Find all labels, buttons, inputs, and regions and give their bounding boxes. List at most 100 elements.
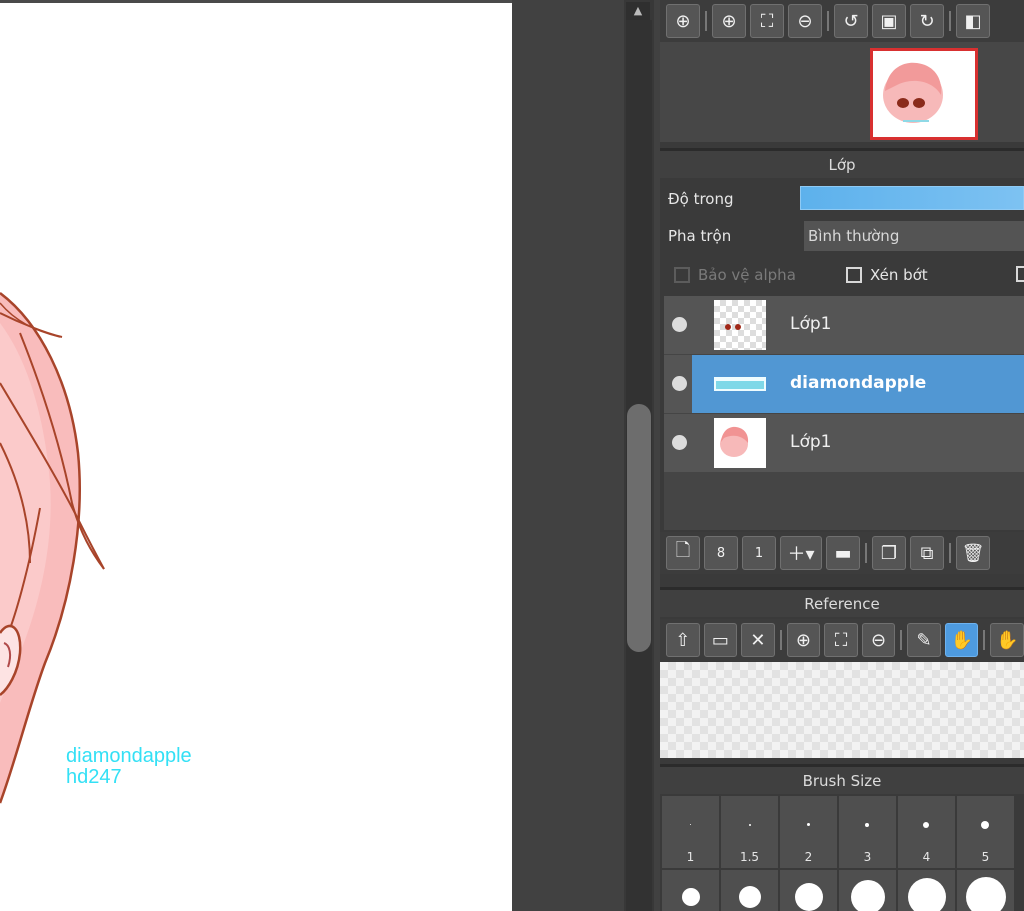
visibility-icon[interactable] (672, 376, 687, 391)
clipping-label: Xén bớt (870, 266, 928, 284)
brush-size-label: 1 (686, 850, 695, 864)
merge-layer-icon[interactable]: ⧉ (910, 536, 944, 570)
layer-name: Lớp1 (790, 314, 832, 334)
toolbar-divider (779, 630, 782, 650)
brush-size-panel-title: Brush Size (660, 764, 1024, 794)
brush-dot (739, 886, 761, 908)
toolbar-divider (865, 543, 867, 563)
brush-size-cell[interactable] (957, 870, 1014, 911)
flip-icon[interactable]: ◧ (956, 4, 990, 38)
zoom-actual-icon[interactable]: ⊕ (666, 4, 700, 38)
blend-mode-select[interactable]: Bình thường (804, 221, 1024, 251)
add-layer-dropdown-icon[interactable]: ＋▾ (780, 536, 822, 570)
brush-size-label: 5 (981, 850, 990, 864)
new-layer-icon[interactable]: 🗋 (666, 536, 700, 570)
new-8bit-layer-icon[interactable]: 8 (704, 536, 738, 570)
brush-size-cell[interactable]: 5 (957, 796, 1014, 868)
thumbnail-text (716, 381, 764, 389)
vertical-scrollbar[interactable]: ▲ (624, 0, 654, 911)
scroll-up-icon[interactable]: ▲ (626, 2, 650, 20)
brush-size-cell[interactable]: 2 (780, 796, 837, 868)
reset-view-icon[interactable]: ▣ (872, 4, 906, 38)
fit-icon[interactable]: ⛶ (824, 623, 858, 657)
clipping-checkbox[interactable]: Xén bớt (846, 266, 928, 284)
brush-dot (923, 822, 929, 828)
zoom-out-icon[interactable]: ⊖ (788, 4, 822, 38)
opacity-row: Độ trong (660, 182, 1024, 218)
delete-layer-icon[interactable]: 🗑 (956, 536, 990, 570)
brush-dot (795, 883, 823, 911)
reference-canvas[interactable] (660, 662, 1024, 758)
layer-actions-toolbar: 🗋 8 1 ＋▾ ▬ ❐ ⧉ 🗑 (660, 532, 1024, 574)
brush-size-cell[interactable] (898, 870, 955, 911)
brush-size-cell[interactable]: 1 (662, 796, 719, 868)
close-icon[interactable]: ✕ (741, 623, 775, 657)
brush-size-cell[interactable]: 4 (898, 796, 955, 868)
thumbnail-character (720, 426, 749, 457)
layer-thumbnail (714, 418, 766, 468)
toolbar-divider (705, 11, 707, 31)
app-root: diamondapple hd247 ▲ ⊕ ⊕ ⛶ ⊖ ↺ ▣ ↻ ◧ Lớp… (0, 0, 1024, 911)
brush-size-label: 2 (804, 850, 813, 864)
brush-size-grid: 1 1.5 2 3 4 5 (660, 796, 1024, 911)
protect-alpha-label: Bảo vệ alpha (698, 266, 796, 284)
scrollbar-thumb[interactable] (627, 404, 651, 652)
protect-alpha-checkbox[interactable]: Bảo vệ alpha (674, 266, 796, 284)
rotate-left-icon[interactable]: ↺ (834, 4, 868, 38)
zoom-out-icon[interactable]: ⊖ (861, 623, 896, 657)
zoom-in-icon[interactable]: ⊕ (712, 4, 746, 38)
navigator-thumbnail[interactable] (870, 48, 978, 140)
opacity-slider[interactable] (800, 186, 1024, 210)
thumbnail-eyes (725, 324, 741, 330)
layer-row[interactable]: Lớp1 (664, 414, 1024, 472)
zoom-in-icon[interactable]: ⊕ (786, 623, 821, 657)
fit-icon[interactable]: ⛶ (750, 4, 784, 38)
upload-icon[interactable]: ⇧ (666, 623, 700, 657)
brush-dot (908, 878, 946, 911)
blend-label: Pha trộn (668, 227, 732, 245)
new-1bit-layer-icon[interactable]: 1 (742, 536, 776, 570)
toolbar-divider (983, 630, 986, 650)
brush-size-cell[interactable] (721, 870, 778, 911)
brush-dot (981, 821, 989, 829)
brush-size-cell[interactable] (839, 870, 896, 911)
toolbar-divider (949, 543, 951, 563)
navigator-toolbar: ⊕ ⊕ ⛶ ⊖ ↺ ▣ ↻ ◧ (660, 0, 1024, 42)
watermark-line-1: diamondapple (66, 745, 192, 767)
brush-size-cell[interactable]: 3 (839, 796, 896, 868)
brush-dot (682, 888, 700, 906)
layer-row-selected[interactable]: diamondapple (664, 355, 1024, 413)
visibility-icon[interactable] (672, 317, 687, 332)
brush-size-label: 1.5 (739, 850, 760, 864)
layer-name: diamondapple (790, 373, 927, 393)
brush-dot (865, 823, 869, 827)
lock-checkbox[interactable] (1016, 266, 1024, 282)
brush-size-label: 4 (922, 850, 931, 864)
brush-size-cell[interactable]: 1.5 (721, 796, 778, 868)
layer-panel-title: Lớp (660, 148, 1024, 178)
rotate-right-icon[interactable]: ↻ (910, 4, 944, 38)
toolbar-divider (827, 11, 829, 31)
toolbar-divider (900, 630, 903, 650)
eyedropper-icon[interactable]: ✎ (907, 623, 941, 657)
more-icon[interactable]: ✋ (990, 623, 1024, 657)
visibility-icon[interactable] (672, 435, 687, 450)
canvas-watermark: diamondapple hd247 (66, 746, 192, 788)
brush-dot (851, 880, 885, 911)
brush-size-cell[interactable] (780, 870, 837, 911)
navigator-preview[interactable] (660, 42, 1024, 142)
reference-toolbar: ⇧ ▭ ✕ ⊕ ⛶ ⊖ ✎ ✋ ✋ (660, 619, 1024, 661)
layer-options-row: Bảo vệ alpha Xén bớt (660, 256, 1024, 294)
brush-size-label: 3 (863, 850, 872, 864)
duplicate-layer-icon[interactable]: ❐ (872, 536, 906, 570)
folder-icon[interactable]: ▬ (826, 536, 860, 570)
layer-name: Lớp1 (790, 432, 832, 452)
open-folder-icon[interactable]: ▭ (703, 623, 738, 657)
layer-row[interactable]: Lớp1 (664, 296, 1024, 354)
opacity-label: Độ trong (668, 190, 734, 208)
drawing-canvas[interactable]: diamondapple hd247 (0, 0, 512, 911)
hand-icon[interactable]: ✋ (944, 623, 979, 657)
layer-thumbnail (714, 300, 766, 350)
checkbox-box (1016, 266, 1024, 282)
brush-size-cell[interactable] (662, 870, 719, 911)
